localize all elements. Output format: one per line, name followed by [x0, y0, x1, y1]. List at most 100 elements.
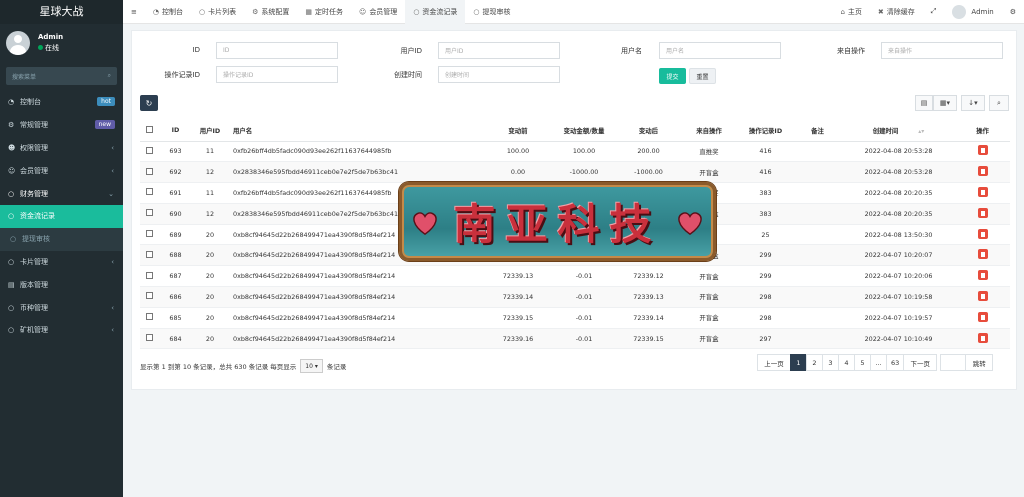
trash-icon[interactable]	[977, 145, 988, 156]
select-all-checkbox[interactable]	[140, 120, 158, 142]
admin-menu[interactable]: Admin	[944, 0, 1001, 24]
refresh-button[interactable]: ↻	[140, 95, 158, 111]
tab-card-list[interactable]: ○ 卡片列表	[191, 0, 244, 24]
sidebar-item-members[interactable]: ☺ 会员管理 ‹	[0, 159, 123, 182]
delete-button[interactable]	[955, 182, 1010, 204]
trash-icon[interactable]	[977, 311, 988, 322]
col-ctime[interactable]: 创建时间 ▴▾	[842, 120, 955, 142]
col-after[interactable]: 变动后	[617, 120, 680, 142]
trash-icon[interactable]	[977, 228, 988, 239]
tab-members[interactable]: ☺ 会员管理	[351, 0, 405, 24]
sidebar-item-dashboard[interactable]: ◔ 控制台 hot	[0, 91, 123, 114]
fullscreen-button[interactable]: ⤢	[923, 0, 945, 24]
submit-button[interactable]: 提交	[659, 68, 686, 84]
sidebar-item-finance[interactable]: ○ 财务管理 ⌄	[0, 182, 123, 205]
columns-button[interactable]: ▦▾	[933, 95, 957, 111]
cell-oprec: 299	[738, 265, 793, 288]
trash-icon[interactable]	[977, 249, 988, 260]
row-checkbox[interactable]	[140, 161, 158, 184]
delete-button[interactable]	[955, 286, 1010, 308]
row-checkbox[interactable]	[140, 286, 158, 308]
sidebar-item-auth[interactable]: ☻ 权限管理 ‹	[0, 137, 123, 160]
col-amount[interactable]: 变动金额/数量	[551, 120, 617, 142]
trash-icon[interactable]	[977, 290, 988, 301]
delete-button[interactable]	[955, 265, 1010, 288]
row-checkbox[interactable]	[140, 307, 158, 329]
cell-user-id: 20	[193, 307, 227, 329]
delete-button[interactable]	[955, 161, 1010, 184]
page-3-button[interactable]: 3	[822, 354, 839, 371]
jump-page-input[interactable]	[940, 354, 967, 371]
tab-fund-flow[interactable]: ○ 资金流记录	[405, 0, 466, 24]
cell-user-id: 20	[193, 286, 227, 308]
reset-button[interactable]: 重置	[689, 68, 716, 84]
row-checkbox[interactable]	[140, 203, 158, 225]
sidebar-item-cards[interactable]: ○ 卡片管理 ‹	[0, 251, 123, 274]
trash-icon[interactable]	[977, 207, 988, 218]
col-before[interactable]: 变动前	[485, 120, 551, 142]
trash-icon[interactable]	[977, 166, 988, 177]
col-username[interactable]: 用户名	[227, 120, 485, 142]
id-input[interactable]: ID	[216, 42, 338, 59]
col-user-id[interactable]: 用户ID	[193, 120, 227, 142]
prev-page-button[interactable]: 上一页	[757, 354, 791, 371]
chevron-left-icon: ‹	[111, 257, 114, 266]
sidebar-search-input[interactable]: 搜索菜单 ⌕	[6, 67, 117, 85]
uid-input[interactable]: 用户ID	[438, 42, 560, 59]
tab-system-config[interactable]: ⚙ 系统配置	[244, 0, 297, 24]
page-1-button[interactable]: 1	[790, 354, 807, 371]
brand-logo[interactable]: 星球大战	[0, 0, 123, 24]
tab-cron[interactable]: ▦ 定时任务	[297, 0, 351, 24]
jump-button[interactable]: 跳转	[965, 354, 994, 371]
page-2-button[interactable]: 2	[806, 354, 823, 371]
gears-icon: ⚙	[1009, 7, 1016, 16]
sidebar-item-general[interactable]: ⚙ 常规管理 new	[0, 114, 123, 137]
page-63-button[interactable]: 63	[886, 354, 905, 371]
sidebar-item-miner[interactable]: ○ 矿机管理 ‹	[0, 319, 123, 342]
row-checkbox[interactable]	[140, 265, 158, 288]
page-size-select[interactable]: 10 ▾	[300, 359, 323, 373]
sidebar-item-currency[interactable]: ○ 币种管理 ‹	[0, 296, 123, 319]
next-page-button[interactable]: 下一页	[903, 354, 938, 371]
delete-button[interactable]	[955, 141, 1010, 163]
row-checkbox[interactable]	[140, 141, 158, 163]
delete-button[interactable]	[955, 328, 1010, 350]
col-id[interactable]: ID	[158, 120, 193, 142]
col-source[interactable]: 来自操作	[680, 120, 738, 142]
cell-user-id: 20	[193, 265, 227, 288]
tab-withdraw-review[interactable]: ○ 提现审核	[465, 0, 518, 24]
page-5-button[interactable]: 5	[854, 354, 871, 371]
oprec-input[interactable]: 操作记录ID	[216, 66, 338, 83]
menu-toggle-button[interactable]: ≡	[123, 0, 145, 24]
search-toggle-button[interactable]: ⌕	[989, 95, 1009, 111]
settings-button[interactable]: ⚙	[1002, 0, 1024, 24]
col-oprec[interactable]: 操作记录ID	[738, 120, 793, 142]
ctime-input[interactable]: 创建时间	[438, 66, 560, 83]
cell-ctime: 2022-04-08 20:20:35	[842, 182, 955, 204]
username-input[interactable]: 用户名	[659, 42, 781, 59]
home-link[interactable]: ⌂ 主页	[832, 0, 869, 24]
sidebar-item-version[interactable]: ▤ 版本管理	[0, 273, 123, 296]
cell-ctime: 2022-04-08 20:20:35	[842, 203, 955, 225]
row-checkbox[interactable]	[140, 328, 158, 350]
page-4-button[interactable]: 4	[838, 354, 855, 371]
row-checkbox[interactable]	[140, 244, 158, 267]
tab-dashboard[interactable]: ◔ 控制台	[145, 0, 191, 24]
delete-button[interactable]	[955, 224, 1010, 246]
delete-button[interactable]	[955, 203, 1010, 225]
trash-icon[interactable]	[977, 186, 988, 197]
chevron-left-icon: ‹	[111, 303, 114, 312]
sidebar-item-withdraw-review[interactable]: ○ 提现审核	[0, 227, 123, 251]
sidebar-item-fund-flow[interactable]: ○ 资金流记录	[0, 204, 123, 228]
trash-icon[interactable]	[977, 332, 988, 343]
export-button[interactable]: ↓▾	[961, 95, 985, 111]
col-remark[interactable]: 备注	[793, 120, 842, 142]
row-checkbox[interactable]	[140, 224, 158, 246]
delete-button[interactable]	[955, 307, 1010, 329]
delete-button[interactable]	[955, 244, 1010, 267]
trash-icon[interactable]	[977, 270, 988, 281]
clear-cache-button[interactable]: ✖ 清除缓存	[870, 0, 923, 24]
toggle-view-button[interactable]: ▤	[915, 95, 933, 111]
source-input[interactable]: 来自操作	[881, 42, 1003, 59]
row-checkbox[interactable]	[140, 182, 158, 204]
